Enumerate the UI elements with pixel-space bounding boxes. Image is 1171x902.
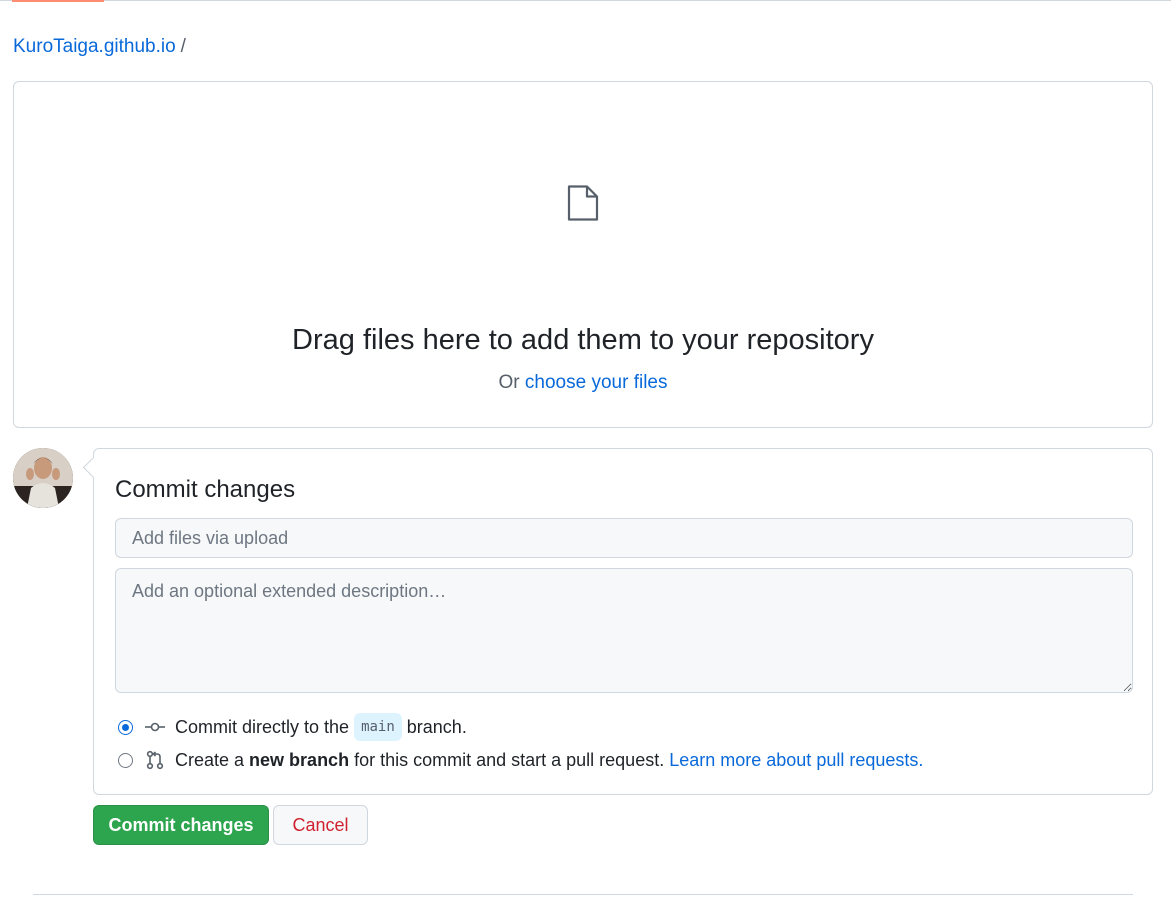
top-divider	[0, 0, 1171, 1]
commit-description-textarea[interactable]	[115, 568, 1133, 693]
footer-divider	[33, 894, 1133, 895]
commit-summary-input[interactable]	[115, 518, 1133, 558]
avatar[interactable]	[13, 448, 73, 508]
commit-direct-suffix: branch.	[406, 717, 467, 737]
avatar-image	[13, 448, 73, 508]
commit-form: Commit changes Commit directly to the ma…	[93, 448, 1153, 795]
file-icon	[566, 184, 600, 227]
dropzone-subtitle: Or choose your files	[14, 370, 1152, 396]
commit-direct-prefix: Commit directly to the	[175, 717, 350, 737]
file-dropzone[interactable]: Drag files here to add them to your repo…	[13, 81, 1153, 428]
commit-changes-button[interactable]: Commit changes	[93, 805, 269, 845]
active-tab-underline	[12, 0, 104, 2]
breadcrumb: KuroTaiga.github.io /	[13, 34, 186, 60]
choose-files-link[interactable]: choose your files	[525, 372, 668, 393]
git-pull-request-icon	[145, 750, 165, 770]
commit-direct-radio[interactable]	[118, 719, 133, 735]
cancel-button[interactable]: Cancel	[273, 805, 368, 845]
breadcrumb-separator: /	[180, 36, 186, 57]
learn-more-pull-requests-link[interactable]: Learn more about pull requests.	[669, 748, 923, 772]
new-branch-prefix: Create a	[175, 750, 245, 770]
new-branch-radio[interactable]	[118, 752, 133, 768]
git-commit-icon	[145, 719, 165, 735]
new-branch-bold: new branch	[249, 750, 350, 770]
dropzone-or-text: Or	[498, 372, 520, 393]
repo-link[interactable]: KuroTaiga.github.io	[13, 36, 176, 57]
commit-title: Commit changes	[115, 476, 296, 503]
commit-direct-option[interactable]: Commit directly to the main branch.	[118, 713, 467, 741]
dropzone-title: Drag files here to add them to your repo…	[292, 324, 874, 356]
new-branch-option[interactable]: Create a new branch for this commit and …	[118, 748, 923, 772]
new-branch-suffix: for this commit and start a pull request…	[354, 750, 665, 770]
branch-name: main	[354, 713, 402, 741]
